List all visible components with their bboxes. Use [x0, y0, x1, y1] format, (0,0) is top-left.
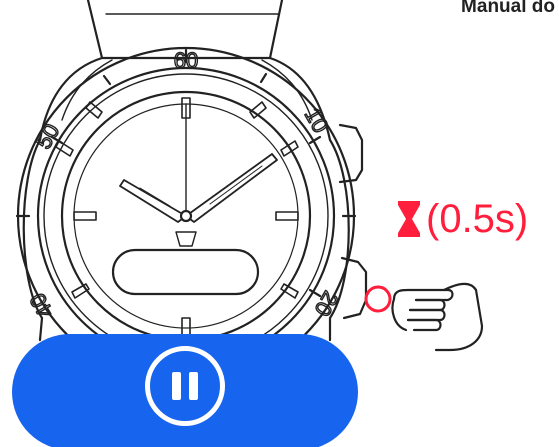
- pause-bar-left: [172, 372, 181, 400]
- button-target-indicator: [364, 285, 392, 313]
- pause-icon: [145, 346, 225, 426]
- press-duration-text: (0.5s): [426, 197, 529, 241]
- pause-button[interactable]: [12, 334, 358, 447]
- hourglass-icon: [398, 201, 420, 237]
- hour-hand: [119, 179, 187, 223]
- finger-press-icon: [364, 282, 484, 352]
- illustration-stage: Manual do 60 10 20 40 50 (0.5s): [0, 0, 559, 447]
- bezel-number-60: 60: [174, 48, 198, 73]
- pause-bar-right: [189, 372, 198, 400]
- digital-display-window: [111, 248, 260, 296]
- press-duration-hint: (0.5s): [398, 199, 528, 239]
